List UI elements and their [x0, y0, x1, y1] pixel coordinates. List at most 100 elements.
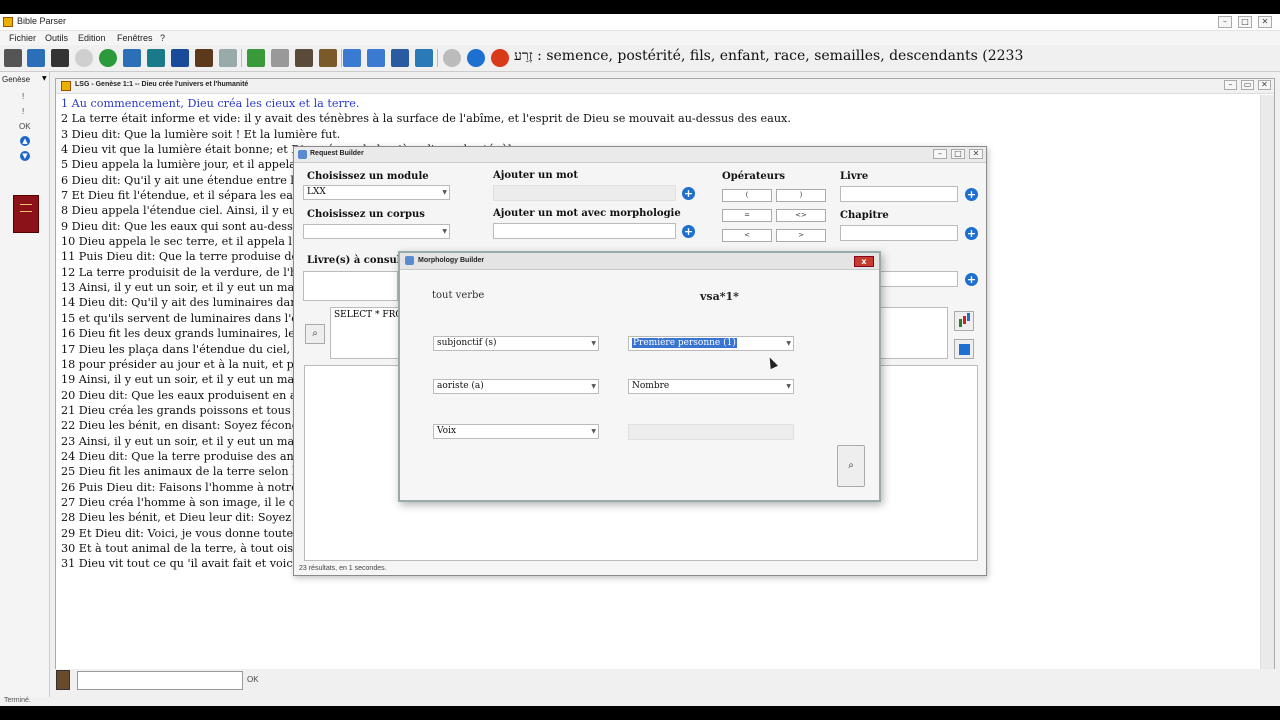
stop-icon[interactable] — [491, 49, 509, 67]
window-title: Bible Parser — [17, 16, 67, 26]
window-icon — [298, 150, 307, 159]
corpus-label: Choisissez un corpus — [307, 209, 425, 220]
rb-minimize-button[interactable]: – — [933, 149, 947, 159]
close-button[interactable]: ✕ — [1258, 16, 1272, 28]
operator-greater[interactable]: > — [776, 229, 826, 242]
add-chapter-plus-icon[interactable]: + — [965, 227, 978, 240]
voice-select[interactable]: Voix ▼ — [433, 424, 599, 439]
chapter-label: Chapitre — [840, 210, 889, 221]
mood-value: subjonctif (s) — [437, 338, 497, 348]
module-value: LXX — [307, 187, 326, 197]
book-icon[interactable] — [147, 49, 165, 67]
sidebar-item-warning-1[interactable]: ! — [22, 92, 24, 101]
verse-line[interactable]: 2 La terre était informe et vide: il y a… — [61, 111, 1251, 126]
toolbar: זֶרַע : semence, postérité, fils, enfant… — [0, 45, 1280, 72]
refresh-icon[interactable] — [99, 49, 117, 67]
book-label: Livre — [840, 171, 869, 182]
title-bar: Bible Parser – □ ✕ — [0, 14, 1280, 31]
list-icon[interactable] — [4, 49, 22, 67]
export-icon[interactable] — [954, 339, 974, 359]
menu-fichier[interactable]: Fichier — [9, 33, 36, 43]
person-value: Première personne (1) — [632, 338, 737, 348]
chevron-down-icon: ▼ — [442, 228, 447, 235]
verse-line[interactable]: 1 Au commencement, Dieu créa les cieux e… — [61, 96, 1251, 111]
tense-select[interactable]: aoriste (a) ▼ — [433, 379, 599, 394]
cascade-windows-icon[interactable] — [391, 49, 409, 67]
image-icon[interactable] — [271, 49, 289, 67]
module-label: Choisissez un module — [307, 171, 429, 182]
books-consult-list[interactable] — [303, 271, 398, 301]
add-word-morph-label: Ajouter un mot avec morphologie — [493, 208, 681, 219]
operator-equals[interactable]: = — [722, 209, 772, 222]
books-consult-label: Livre(s) à consulte — [307, 255, 412, 266]
sidebar-item-warning-2[interactable]: ! — [22, 107, 24, 116]
operator-less[interactable]: < — [722, 229, 772, 242]
book-input[interactable] — [840, 186, 958, 202]
operator-not-equals[interactable]: <> — [776, 209, 826, 222]
doc-minimize-button[interactable]: – — [1224, 80, 1237, 90]
menu-edition[interactable]: Edition — [78, 33, 106, 43]
ok-button[interactable]: OK — [247, 675, 259, 684]
doc-close-button[interactable]: ✕ — [1258, 80, 1271, 90]
chart-icon[interactable] — [247, 49, 265, 67]
chevron-down-icon: ▼ — [42, 75, 47, 82]
close-icon[interactable]: x — [854, 256, 874, 267]
document-scrollbar[interactable] — [1260, 95, 1274, 681]
add-word-input[interactable] — [493, 185, 676, 201]
verse-input[interactable] — [874, 271, 958, 287]
operator-open-paren[interactable]: ( — [722, 189, 772, 202]
number-select[interactable]: Nombre ▼ — [628, 379, 794, 394]
layout-horizontal-icon[interactable] — [343, 49, 361, 67]
add-verse-plus-icon[interactable]: + — [965, 273, 978, 286]
gear-icon[interactable] — [443, 49, 461, 67]
monitor-icon[interactable] — [415, 49, 433, 67]
portrait-icon[interactable] — [295, 49, 313, 67]
painting-icon[interactable] — [319, 49, 337, 67]
menu-help[interactable]: ? — [160, 33, 165, 43]
back-arrow-icon[interactable] — [467, 49, 485, 67]
parse-icon[interactable] — [219, 49, 237, 67]
apply-search-icon[interactable]: ⌕ — [837, 445, 865, 487]
morph-description: tout verbe — [432, 290, 485, 301]
book-icon — [56, 670, 70, 690]
menu-fenetres[interactable]: Fenêtres — [117, 33, 153, 43]
nav-up-icon[interactable]: ▲ — [20, 136, 30, 146]
command-input[interactable] — [77, 671, 243, 690]
chart-icon[interactable] — [954, 311, 974, 331]
operators-label: Opérateurs — [722, 171, 785, 182]
search-icon[interactable] — [75, 49, 93, 67]
module-select[interactable]: LXX ▼ — [303, 185, 450, 200]
doc-restore-button[interactable]: ▭ — [1241, 80, 1254, 90]
save-icon[interactable] — [51, 49, 69, 67]
comment-icon[interactable] — [123, 49, 141, 67]
operator-close-paren[interactable]: ) — [776, 189, 826, 202]
add-morph-plus-icon[interactable]: + — [682, 225, 695, 238]
minimize-button[interactable]: – — [1218, 16, 1232, 28]
add-book-plus-icon[interactable]: + — [965, 188, 978, 201]
command-bar: OK — [52, 669, 1280, 699]
add-word-label: Ajouter un mot — [493, 170, 578, 181]
corpus-select[interactable]: ▼ — [303, 224, 450, 239]
add-word-plus-icon[interactable]: + — [682, 187, 695, 200]
chapter-input[interactable] — [840, 225, 958, 241]
maximize-button[interactable]: □ — [1238, 16, 1252, 28]
chevron-down-icon: ▼ — [442, 189, 447, 196]
layout-vertical-icon[interactable] — [367, 49, 385, 67]
app-icon — [3, 17, 13, 27]
chevron-down-icon: ▼ — [591, 428, 596, 435]
request-builder-title-bar: Request Builder – □ ✕ — [294, 147, 986, 163]
person-select[interactable]: Première personne (1) ▼ — [628, 336, 794, 351]
library-icon[interactable] — [195, 49, 213, 67]
nav-down-icon[interactable]: ▼ — [20, 151, 30, 161]
menu-outils[interactable]: Outils — [45, 33, 68, 43]
sidebar-ok[interactable]: OK — [19, 122, 31, 131]
books-icon[interactable] — [171, 49, 189, 67]
run-query-search-icon[interactable]: ⌕ — [305, 324, 325, 344]
bible-book-icon[interactable] — [13, 195, 39, 233]
verse-line[interactable]: 3 Dieu dit: Que la lumière soit ! Et la … — [61, 127, 1251, 142]
rb-close-button[interactable]: ✕ — [969, 149, 983, 159]
rb-maximize-button[interactable]: □ — [951, 149, 965, 159]
mood-select[interactable]: subjonctif (s) ▼ — [433, 336, 599, 351]
open-folder-icon[interactable] — [27, 49, 45, 67]
add-word-morph-input[interactable] — [493, 223, 676, 239]
